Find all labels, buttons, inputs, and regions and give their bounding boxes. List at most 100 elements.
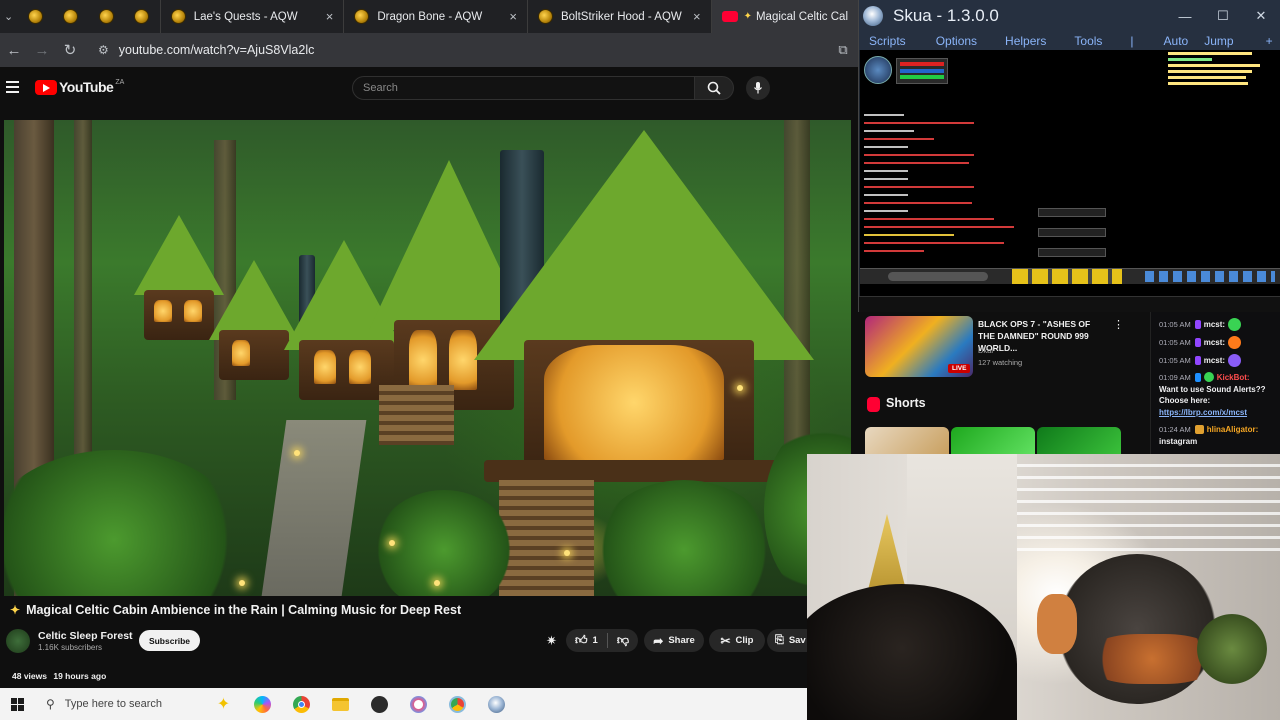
- tab-boltstriker-hood[interactable]: BoltStriker Hood - AQW ×: [526, 0, 711, 33]
- chat-username[interactable]: mcst:: [1204, 320, 1225, 329]
- console-line: [864, 138, 934, 140]
- copilot-icon[interactable]: [243, 688, 282, 720]
- youtube-logo[interactable]: YouTube ZA: [35, 79, 124, 95]
- windows-logo-icon: [10, 697, 24, 711]
- start-button[interactable]: [0, 688, 34, 720]
- youtube-play-logo-icon: [35, 79, 57, 95]
- menu-jump[interactable]: Jump: [1204, 34, 1233, 48]
- tab-close-icon[interactable]: ×: [693, 9, 701, 24]
- clip-button[interactable]: ✂ Clip: [709, 629, 765, 652]
- back-arrow-icon[interactable]: ←: [0, 42, 28, 59]
- like-icon[interactable]: 👍︎: [575, 633, 588, 648]
- chat-link[interactable]: https://lbrp.com/x/mcst: [1159, 407, 1247, 418]
- dislike-icon[interactable]: 👎︎: [617, 633, 629, 648]
- chrome-icon[interactable]: [282, 688, 321, 720]
- skill-bar[interactable]: [1012, 269, 1122, 284]
- channel-name[interactable]: Celtic Sleep Forest: [38, 630, 133, 642]
- menu-icons-bar[interactable]: [1145, 271, 1275, 282]
- url-field[interactable]: ⚙ youtube.com/watch?v=AjuS8Vla2lc: [90, 37, 828, 63]
- quest-tracker: [1168, 52, 1260, 85]
- menu-auto[interactable]: Auto: [1164, 34, 1189, 48]
- reload-icon[interactable]: ↻: [56, 41, 84, 59]
- chat-username[interactable]: KickBot:: [1217, 373, 1250, 382]
- taskbar-search-box[interactable]: ⚲ Type here to search: [34, 688, 204, 720]
- menu-options[interactable]: Options: [936, 34, 977, 48]
- tab-laes-quests[interactable]: Lae's Quests - AQW ×: [159, 0, 344, 33]
- window-blind: [1017, 500, 1280, 503]
- tab-pinned-aqw-2[interactable]: [53, 0, 89, 33]
- related-video-watching: 127 watching: [978, 358, 1023, 367]
- channel-avatar[interactable]: [6, 629, 30, 653]
- console-line: [864, 202, 972, 204]
- drop-notification[interactable]: [1038, 208, 1106, 217]
- window-blind: [1017, 488, 1280, 491]
- short-thumbnail[interactable]: [1037, 427, 1121, 454]
- tab-pinned-aqw-4[interactable]: [124, 0, 160, 33]
- console-line: [864, 194, 908, 196]
- site-info-icon[interactable]: ⚙: [98, 43, 109, 57]
- more-options-icon[interactable]: ⋮: [1113, 318, 1124, 331]
- chat-username[interactable]: mcst:: [1204, 338, 1225, 347]
- related-video-channel[interactable]: Dkal: [978, 346, 993, 355]
- scissors-icon: ✂: [720, 633, 731, 648]
- maximize-icon[interactable]: ☐: [1204, 8, 1242, 24]
- chat-input[interactable]: [888, 272, 988, 281]
- obs-icon[interactable]: [360, 688, 399, 720]
- search-highlights-icon[interactable]: ✦: [204, 688, 243, 720]
- file-explorer-icon[interactable]: [321, 688, 360, 720]
- windows-taskbar: ⚲ Type here to search ✦: [0, 688, 808, 720]
- search-icon: [707, 81, 721, 95]
- chat-message: 01:05 AM mcst:: [1159, 318, 1242, 331]
- emote-icon: [1228, 318, 1242, 331]
- short-thumbnail[interactable]: [865, 427, 949, 454]
- forward-arrow-icon[interactable]: →: [28, 42, 56, 59]
- console-line: [864, 186, 974, 188]
- game-viewport[interactable]: [860, 50, 1280, 296]
- like-count[interactable]: 1: [593, 635, 598, 646]
- tab-magical-celtic-cabin[interactable]: ✦ Magical Celtic Cal: [710, 0, 858, 33]
- avatar: [864, 56, 892, 84]
- lantern-glow: [737, 385, 743, 391]
- chat-badge-icon: [1194, 338, 1201, 347]
- close-icon[interactable]: ✕: [1242, 8, 1280, 24]
- stream-chat: 01:05 AM mcst: 01:05 AM mcst: 01:05 AM m…: [1150, 312, 1280, 454]
- search-button[interactable]: [694, 76, 734, 100]
- chat-badge-icon: [1194, 425, 1204, 434]
- drop-notification[interactable]: [1038, 228, 1106, 237]
- tab-dragon-bone[interactable]: Dragon Bone - AQW ×: [343, 0, 527, 33]
- menu-helpers[interactable]: Helpers: [1005, 34, 1046, 48]
- minimize-icon[interactable]: —: [1166, 9, 1204, 24]
- chat-username[interactable]: hlinaAligator:: [1207, 425, 1259, 434]
- tab-close-icon[interactable]: ×: [326, 9, 334, 24]
- address-bar-row: ← → ↻ ⚙ youtube.com/watch?v=AjuS8Vla2lc …: [0, 33, 858, 67]
- tab-pinned-aqw-1[interactable]: [17, 0, 53, 33]
- chat-username[interactable]: mcst:: [1204, 356, 1225, 365]
- chrome-profile-icon[interactable]: [438, 688, 477, 720]
- console-line: [864, 162, 969, 164]
- voice-search-button[interactable]: [746, 76, 770, 100]
- subscribe-button[interactable]: Subscribe: [139, 630, 200, 651]
- tab-search-chevron-icon[interactable]: ⌄: [0, 10, 17, 23]
- tab-pinned-aqw-3[interactable]: [89, 0, 125, 33]
- snipping-tool-icon[interactable]: [399, 688, 438, 720]
- skua-taskbar-icon[interactable]: [477, 688, 516, 720]
- short-thumbnail[interactable]: [951, 427, 1035, 454]
- related-video-title[interactable]: BLACK OPS 7 - "ASHES OF THE DAMNED" ROUN…: [978, 318, 1108, 354]
- menu-tools[interactable]: Tools: [1074, 34, 1102, 48]
- aqw-favicon-icon: [354, 9, 370, 24]
- shorts-heading: Shorts: [886, 396, 926, 410]
- player-stat-panel: [896, 58, 948, 84]
- hype-icon[interactable]: ✷: [546, 633, 557, 649]
- console-line: [864, 250, 924, 252]
- drop-notification[interactable]: [1038, 248, 1106, 257]
- menu-add[interactable]: +: [1266, 34, 1273, 48]
- share-button[interactable]: ➦ Share: [644, 629, 704, 652]
- save-button[interactable]: ⎘ Sav: [767, 629, 808, 652]
- open-in-app-icon[interactable]: ⧉: [828, 42, 858, 58]
- hamburger-menu-icon[interactable]: [6, 81, 19, 93]
- youtube-search-input[interactable]: Search: [352, 76, 695, 100]
- skua-menubar: Scripts Options Helpers Tools | Auto Jum…: [859, 32, 1280, 50]
- video-player[interactable]: [4, 120, 851, 596]
- menu-scripts[interactable]: Scripts: [869, 34, 906, 48]
- tab-close-icon[interactable]: ×: [509, 9, 517, 24]
